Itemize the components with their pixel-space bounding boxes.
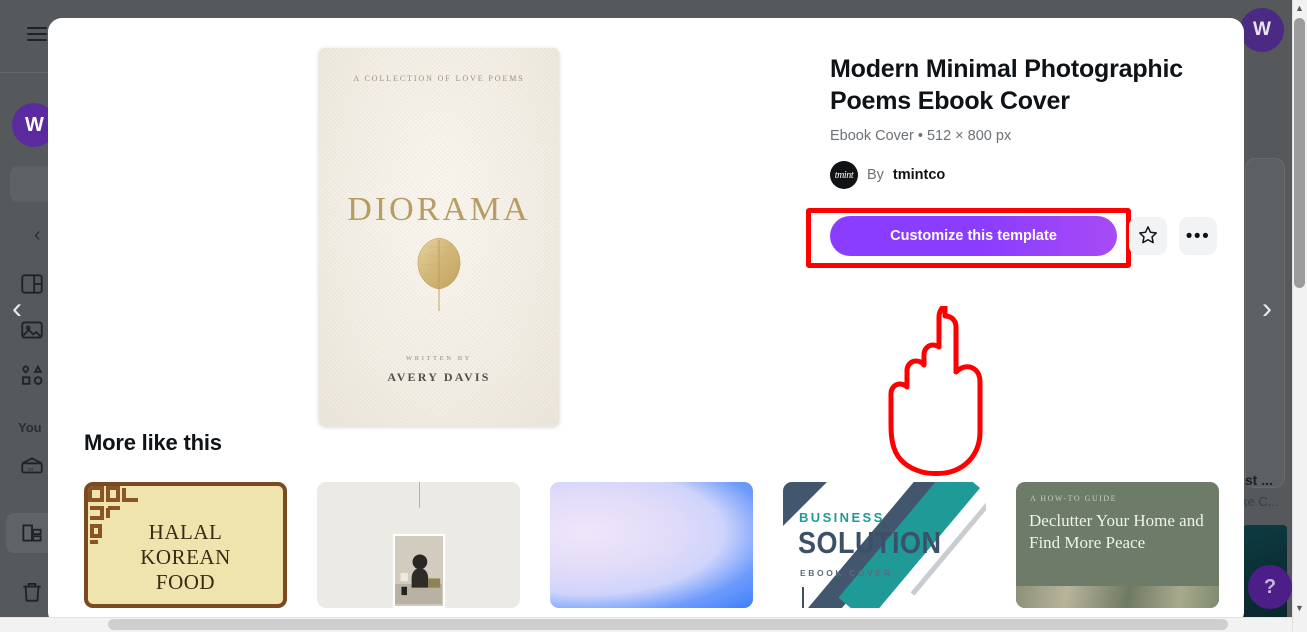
cover-written-by-text: WRITTEN BY [406,355,472,362]
thumbnail-row: HALAL KOREAN FOOD BUSINESS SOLUTION EBOO… [48,482,1244,608]
list-item[interactable] [317,482,520,608]
apps-icon[interactable] [18,519,46,547]
rail-section-label: You [18,420,42,435]
modal-top-section: A COLLECTION OF LOVE POEMS DIORAMA WRITT… [48,18,1244,476]
template-preview[interactable]: A COLLECTION OF LOVE POEMS DIORAMA WRITT… [319,48,559,426]
more-options-button[interactable]: ••• [1179,217,1217,255]
cover-kicker-text: A COLLECTION OF LOVE POEMS [353,74,525,83]
decor-vline [802,587,804,608]
customize-this-template-button[interactable]: Customize this template [830,216,1117,256]
background-item-title: ist ... [1241,472,1273,488]
list-item[interactable]: A HOW-TO GUIDE Declutter Your Home and F… [1016,482,1219,608]
scroll-down-arrow[interactable]: ▼ [1294,603,1305,614]
close-icon[interactable]: × [1206,20,1238,52]
thumb-text-4-line1: BUSINESS [799,510,885,525]
more-like-this-section: More like this HALAL KOREAN FOOD BUSINES… [48,430,1244,608]
avatar: tmint [830,161,858,189]
list-item[interactable] [550,482,753,608]
image-icon[interactable] [18,316,46,344]
template-info: Modern Minimal Photographic Poems Ebook … [830,53,1230,189]
book-cover-artwork: A COLLECTION OF LOVE POEMS DIORAMA WRITT… [319,48,559,426]
carousel-prev-arrow[interactable]: ‹ [12,294,22,324]
hamburger-menu-icon[interactable] [27,27,47,41]
trash-icon[interactable] [18,578,46,606]
favorite-button[interactable] [1129,217,1167,255]
template-meta: Ebook Cover • 512 × 800 px [830,128,1012,144]
page-title: Modern Minimal Photographic Poems Ebook … [830,55,1183,115]
vertical-scrollbar[interactable]: ▲ ▼ [1292,0,1307,632]
star-icon [1137,224,1159,249]
shapes-icon[interactable] [18,362,46,390]
list-item[interactable]: BUSINESS SOLUTION EBOOK COVER [783,482,986,608]
vertical-scrollbar-thumb[interactable] [1294,18,1305,288]
list-item[interactable]: HALAL KOREAN FOOD [84,482,287,608]
help-button[interactable]: ? [1248,565,1292,609]
background-item-subtitle: ke C... [1241,494,1279,509]
thumb-text-4-line3: EBOOK COVER [800,568,893,578]
top-right-avatar[interactable]: W [1240,8,1284,52]
horizontal-scrollbar-thumb[interactable] [108,619,1228,630]
scroll-up-arrow[interactable]: ▲ [1294,3,1305,14]
author-row[interactable]: tmint By tmintco [830,161,1230,189]
section-heading: More like this [84,430,222,455]
background-canvas-card [1245,158,1285,488]
template-detail-modal: A COLLECTION OF LOVE POEMS DIORAMA WRITT… [48,18,1244,626]
thumb-text-5-kicker: A HOW-TO GUIDE [1030,494,1118,503]
svg-text:co: co [28,467,34,473]
hanging-wire [418,482,420,508]
thumb-text-4-line2: SOLUTION [798,526,942,560]
horizontal-scrollbar[interactable] [0,617,1292,632]
by-label: By [867,167,884,183]
thumb-text-1: HALAL KOREAN FOOD [140,520,231,594]
person-at-desk-photo [394,536,443,605]
cover-title-text: DIORAMA [347,191,531,228]
action-row: Customize this template ••• [830,216,1217,256]
folder-icon[interactable]: co [18,452,46,480]
thumb-5-photo-strip [1016,586,1219,608]
thumb-text-5-title: Declutter Your Home and Find More Peace [1029,511,1204,552]
cover-author-text: AVERY DAVIS [387,370,491,384]
author-name[interactable]: tmintco [893,167,945,183]
more-options-icon: ••• [1185,225,1211,247]
layout-panel-icon[interactable] [18,270,46,298]
framed-photo [392,534,445,608]
gold-leaf-illustration [417,237,461,311]
collapse-panel-chevron-icon[interactable]: ‹ [34,224,41,247]
